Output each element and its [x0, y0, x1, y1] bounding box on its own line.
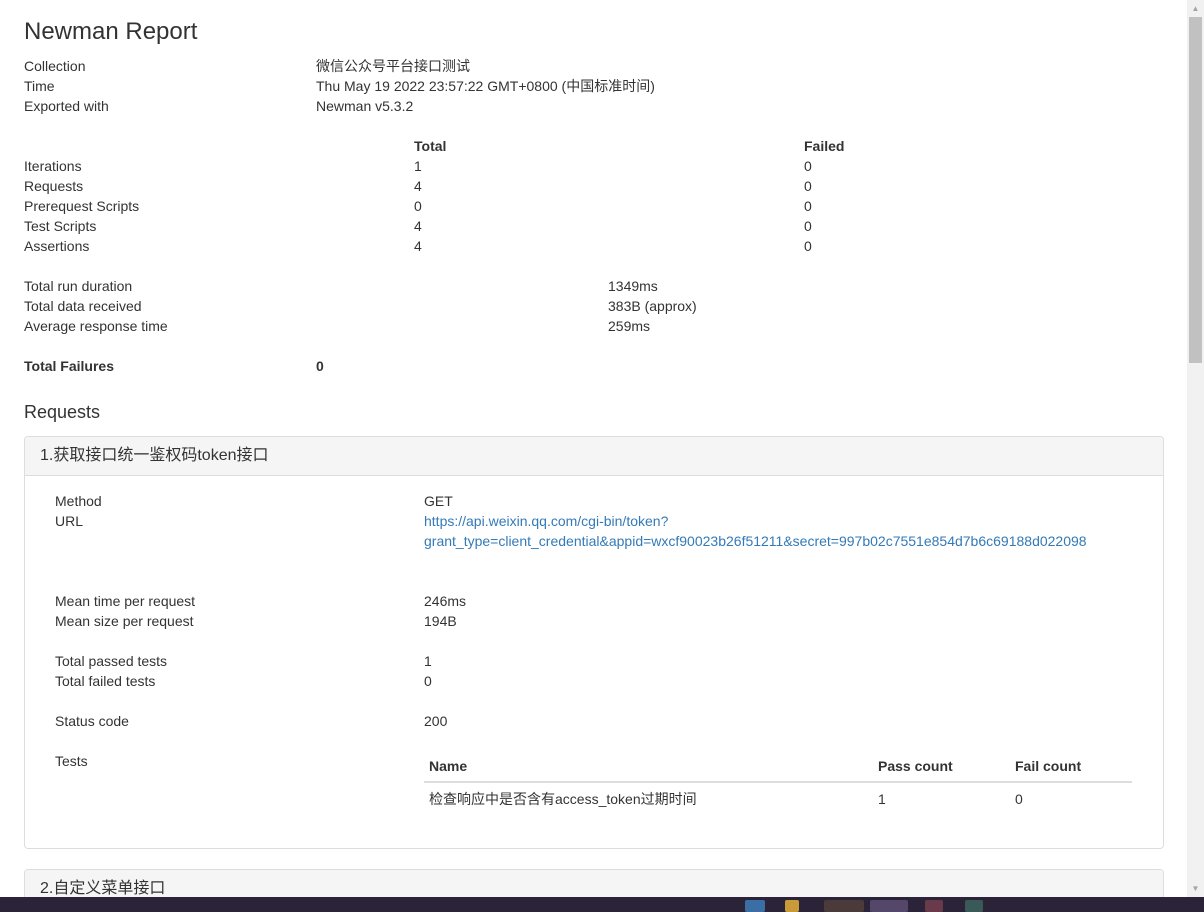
total-failures-value: 0: [316, 358, 324, 374]
summary-failed: 0: [804, 218, 812, 234]
method-label: Method: [55, 493, 102, 509]
tests-fail-header: Fail count: [1010, 751, 1132, 783]
taskbar: [0, 897, 1204, 912]
table-row: 检查响应中是否含有access_token过期时间 1 0: [424, 782, 1132, 814]
status-code-value: 200: [424, 713, 448, 729]
summary-failed: 0: [804, 238, 812, 254]
meta-value: Newman v5.3.2: [316, 98, 414, 114]
url-label: URL: [55, 513, 84, 529]
passed-tests-value: 1: [424, 653, 432, 669]
summary-failed: 0: [804, 198, 812, 214]
summary-total: 4: [414, 218, 422, 234]
mean-size-label: Mean size per request: [55, 613, 194, 629]
summary-failed: 0: [804, 178, 812, 194]
tests-header-row: Name Pass count Fail count: [424, 751, 1132, 783]
test-name: 检查响应中是否含有access_token过期时间: [429, 790, 697, 807]
duration-label: Total data received: [24, 298, 142, 314]
page-title: Newman Report: [24, 18, 198, 45]
summary-total: 0: [414, 198, 422, 214]
request-panel: 2.自定义菜单接口: [24, 869, 1164, 897]
tests-name-header: Name: [424, 751, 873, 783]
report-page: Newman Report Collection 微信公众号平台接口测试 Tim…: [0, 0, 1187, 897]
taskbar-browser-icon[interactable]: [870, 900, 908, 912]
summary-label: Test Scripts: [24, 218, 97, 234]
taskbar-app-icon[interactable]: [824, 900, 864, 912]
duration-value: 383B (approx): [608, 298, 697, 314]
test-pass-count: 1: [878, 790, 886, 807]
mean-size-value: 194B: [424, 613, 457, 629]
meta-value: Thu May 19 2022 23:57:22 GMT+0800 (中国标准时…: [316, 78, 655, 94]
failed-tests-label: Total failed tests: [55, 673, 156, 689]
duration-value: 1349ms: [608, 278, 658, 294]
meta-label: Exported with: [24, 98, 109, 114]
taskbar-app-icon[interactable]: [925, 900, 943, 912]
summary-total: 4: [414, 238, 422, 254]
scroll-up-arrow-icon[interactable]: ▲: [1187, 0, 1204, 17]
summary-total: 4: [414, 178, 422, 194]
summary-label: Prerequest Scripts: [24, 198, 140, 214]
meta-label: Collection: [24, 58, 86, 74]
failed-tests-value: 0: [424, 673, 432, 689]
request-panel: 1.获取接口统一鉴权码token接口 Method GET URL https:…: [24, 436, 1164, 849]
duration-value: 259ms: [608, 318, 651, 334]
summary-total: 1: [414, 158, 422, 174]
scroll-down-arrow-icon[interactable]: ▼: [1187, 880, 1204, 897]
method-value: GET: [424, 493, 453, 509]
scrollbar-thumb[interactable]: [1189, 17, 1202, 363]
summary-failed: 0: [804, 158, 812, 174]
url-link-line1[interactable]: https://api.weixin.qq.com/cgi-bin/token?: [424, 511, 668, 531]
requests-heading: Requests: [24, 402, 101, 422]
tests-pass-header: Pass count: [873, 751, 1010, 783]
duration-label: Average response time: [24, 318, 168, 334]
tests-label: Tests: [55, 753, 88, 769]
summary-label: Requests: [24, 178, 84, 194]
summary-label: Assertions: [24, 238, 90, 254]
url-link-line2[interactable]: grant_type=client_credential&appid=wxcf9…: [424, 531, 1087, 551]
taskbar-folder-icon[interactable]: [785, 900, 799, 912]
mean-time-value: 246ms: [424, 593, 467, 609]
passed-tests-label: Total passed tests: [55, 653, 168, 669]
taskbar-app-icon[interactable]: [965, 900, 983, 912]
total-failures-label: Total Failures: [24, 358, 114, 374]
meta-value: 微信公众号平台接口测试: [316, 58, 470, 74]
duration-label: Total run duration: [24, 278, 133, 294]
status-code-label: Status code: [55, 713, 129, 729]
mean-time-label: Mean time per request: [55, 593, 196, 609]
vertical-scrollbar[interactable]: ▲ ▼: [1187, 0, 1204, 897]
request-panel-title[interactable]: 2.自定义菜单接口: [25, 870, 1163, 897]
summary-failed-header: Failed: [804, 138, 845, 154]
request-panel-title[interactable]: 1.获取接口统一鉴权码token接口: [25, 437, 1163, 476]
summary-total-header: Total: [414, 138, 447, 154]
test-fail-count: 0: [1015, 790, 1023, 807]
summary-label: Iterations: [24, 158, 82, 174]
taskbar-windows-icon[interactable]: [745, 900, 765, 912]
meta-label: Time: [24, 78, 55, 94]
tests-table: Name Pass count Fail count 检查响应中是否含有acce…: [424, 751, 1132, 814]
